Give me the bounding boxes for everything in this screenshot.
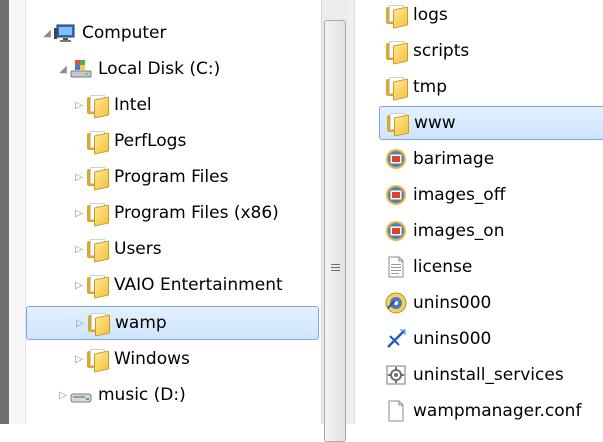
navigation-tree[interactable]: ◢ Computer ◢ Local Disk (C:) ▷ Intel Per…: [26, 0, 321, 424]
scrollbar-thumb[interactable]: [324, 20, 346, 442]
file-item-label: unins000: [413, 293, 492, 313]
tree-item-label: PerfLogs: [114, 131, 187, 151]
file-item-wampmanager-conf[interactable]: wampmanager.conf: [385, 394, 581, 424]
file-item-images-off[interactable]: images_off: [385, 178, 505, 212]
grip-icon: [331, 264, 340, 274]
file-item-label: barimage: [413, 149, 495, 169]
file-item-images-on[interactable]: images_on: [385, 214, 504, 248]
window-edge: [0, 0, 9, 424]
tree-item-users[interactable]: ▷ Users: [72, 232, 162, 266]
tree-item-label: Computer: [82, 23, 167, 43]
folder-icon: [87, 313, 110, 337]
file-item-label: scripts: [413, 41, 470, 61]
folder-icon: [86, 203, 109, 227]
blank-file-icon: [385, 400, 407, 422]
file-item-unins000-exe[interactable]: unins000: [385, 322, 491, 356]
window-border: [9, 0, 26, 424]
file-item-scripts[interactable]: scripts: [385, 34, 469, 68]
collapse-arrow-icon[interactable]: ▷: [73, 318, 87, 329]
expand-arrow-icon[interactable]: ◢: [56, 64, 70, 75]
tree-item-label: wamp: [115, 313, 167, 333]
collapse-arrow-icon[interactable]: ▷: [56, 390, 70, 401]
collapse-arrow-icon[interactable]: ▷: [72, 208, 86, 219]
folder-icon: [86, 167, 109, 191]
folder-icon: [86, 349, 109, 373]
tree-item-local-disk[interactable]: ◢ Local Disk (C:): [56, 52, 220, 86]
collapse-arrow-icon[interactable]: ▷: [72, 280, 86, 291]
tree-item-label: Program Files (x86): [114, 203, 279, 223]
tree-item-program-files-x86[interactable]: ▷ Program Files (x86): [72, 196, 279, 230]
setup-disc-icon: [385, 292, 407, 314]
file-item-license[interactable]: license: [385, 250, 472, 284]
file-item-www[interactable]: www: [379, 106, 603, 140]
folder-icon: [385, 77, 408, 101]
tree-item-label: music (D:): [98, 385, 186, 405]
file-item-label: www: [414, 113, 456, 133]
tree-item-music-drive[interactable]: ▷ music (D:): [56, 378, 186, 412]
file-item-label: uninstall_services: [413, 365, 564, 385]
folder-icon: [86, 95, 109, 119]
expand-arrow-icon[interactable]: ◢: [40, 28, 54, 39]
folder-icon: [86, 131, 109, 155]
text-file-icon: [385, 256, 407, 278]
file-item-unins000-dat[interactable]: unins000: [385, 286, 491, 320]
tree-item-label: Program Files: [114, 167, 229, 187]
folder-icon: [385, 41, 408, 65]
collapse-arrow-icon[interactable]: ▷: [72, 172, 86, 183]
folder-icon: [386, 113, 409, 137]
uninstall-icon: [385, 328, 407, 350]
tree-item-vaio-entertainment[interactable]: ▷ VAIO Entertainment: [72, 268, 283, 302]
tree-item-computer[interactable]: ◢ Computer: [40, 16, 167, 50]
file-item-label: images_off: [413, 185, 506, 205]
computer-icon: [54, 22, 76, 44]
file-item-label: images_on: [413, 221, 505, 241]
file-item-label: logs: [413, 5, 448, 25]
file-item-label: wampmanager.conf: [413, 401, 582, 421]
folder-icon: [86, 239, 109, 263]
file-item-label: unins000: [413, 329, 492, 349]
tree-item-label: Users: [114, 239, 162, 259]
tree-item-label: Windows: [114, 349, 190, 369]
image-shortcut-icon: [385, 148, 407, 170]
folder-icon: [86, 275, 109, 299]
file-item-label: license: [413, 257, 473, 277]
collapse-arrow-icon[interactable]: ▷: [72, 100, 86, 111]
file-item-logs[interactable]: logs: [385, 0, 448, 32]
tree-item-program-files[interactable]: ▷ Program Files: [72, 160, 228, 194]
file-item-label: tmp: [413, 77, 448, 97]
tree-scrollbar[interactable]: [321, 0, 349, 442]
folder-icon: [385, 5, 408, 29]
drive-icon: [70, 58, 92, 80]
file-item-tmp[interactable]: tmp: [385, 70, 447, 104]
tree-item-label: Intel: [114, 95, 152, 115]
image-shortcut-icon: [385, 220, 407, 242]
file-item-uninstall-services[interactable]: uninstall_services: [385, 358, 564, 392]
tree-item-perflogs[interactable]: PerfLogs: [72, 124, 186, 158]
tree-item-windows[interactable]: ▷ Windows: [72, 342, 190, 376]
collapse-arrow-icon[interactable]: ▷: [72, 354, 86, 365]
file-list[interactable]: logs scripts tmp www barimage images_off…: [355, 0, 603, 424]
tree-item-label: VAIO Entertainment: [114, 275, 283, 295]
batch-file-icon: [385, 364, 407, 386]
tree-item-intel[interactable]: ▷ Intel: [72, 88, 152, 122]
pane-splitter[interactable]: [348, 0, 355, 424]
removable-drive-icon: [70, 384, 92, 406]
collapse-arrow-icon[interactable]: ▷: [72, 244, 86, 255]
tree-item-wamp[interactable]: ▷ wamp: [26, 306, 319, 340]
image-shortcut-icon: [385, 184, 407, 206]
file-item-barimage[interactable]: barimage: [385, 142, 494, 176]
tree-item-label: Local Disk (C:): [98, 59, 221, 79]
